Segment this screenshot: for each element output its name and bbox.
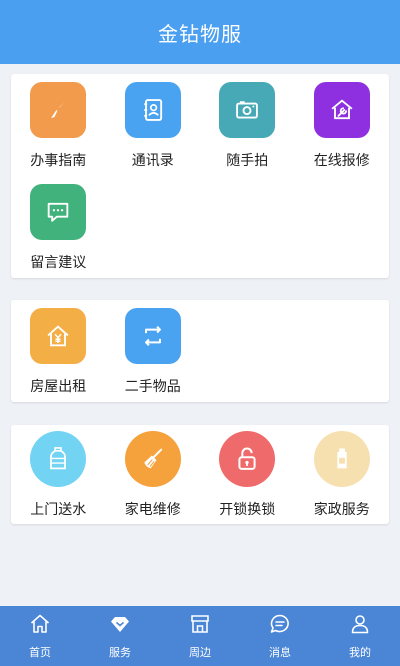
compass-icon: [30, 82, 87, 138]
tab-label: 服务: [109, 646, 131, 659]
tab-messages[interactable]: 消息: [240, 606, 320, 666]
page-title: 金钻物服: [158, 21, 242, 46]
service-item-label: 通讯录: [131, 153, 174, 169]
service-item-repair[interactable]: 在线报修: [295, 82, 390, 184]
service-item-guide[interactable]: 办事指南: [11, 82, 106, 184]
exchange-icon: [124, 308, 181, 364]
repair-icon: [313, 82, 370, 138]
service-card-main: 办事指南 通讯录 随手拍 在线报修 留言建议: [11, 74, 389, 278]
shop-icon: [188, 612, 212, 640]
service-item-label: 二手物品: [124, 379, 181, 395]
housekeeping-icon: [313, 431, 370, 487]
service-item-locksmith[interactable]: 开锁换锁: [200, 431, 295, 533]
service-item-contacts[interactable]: 通讯录: [106, 82, 201, 184]
service-diamond-icon: [108, 612, 132, 640]
service-item-label: 随手拍: [226, 153, 269, 169]
service-item-snapshot[interactable]: 随手拍: [200, 82, 295, 184]
service-card-home: 上门送水 家电维修 开锁换锁 家政服务: [11, 425, 389, 524]
service-item-second-hand[interactable]: 二手物品: [106, 308, 201, 410]
service-item-label: 开锁换锁: [219, 502, 276, 518]
broom-icon: [124, 431, 181, 487]
bottom-tab-bar: 首页 服务 周边 消息 我的: [0, 606, 400, 666]
service-item-label: 家政服务: [313, 502, 370, 518]
chat-icon: [268, 612, 292, 640]
tab-profile[interactable]: 我的: [320, 606, 400, 666]
service-item-water-delivery[interactable]: 上门送水: [11, 431, 106, 533]
service-item-feedback[interactable]: 留言建议: [11, 184, 106, 286]
user-icon: [348, 612, 372, 640]
message-icon: [30, 184, 87, 240]
service-item-appliance-repair[interactable]: 家电维修: [106, 431, 201, 533]
tab-label: 我的: [349, 646, 371, 659]
contacts-icon: [124, 82, 181, 138]
tab-label: 消息: [269, 646, 291, 659]
service-item-label: 房屋出租: [30, 379, 87, 395]
app-header: 金钻物服: [0, 0, 400, 64]
service-item-label: 家电维修: [124, 502, 181, 518]
tab-home[interactable]: 首页: [0, 606, 80, 666]
camera-icon: [219, 82, 276, 138]
water-bottle-icon: [30, 431, 87, 487]
tab-nearby[interactable]: 周边: [160, 606, 240, 666]
tab-label: 首页: [29, 646, 51, 659]
service-item-label: 在线报修: [313, 153, 370, 169]
service-item-label: 上门送水: [30, 502, 87, 518]
house-rent-icon: [30, 308, 87, 364]
service-card-trade: 房屋出租 二手物品: [11, 300, 389, 402]
home-icon: [28, 612, 52, 640]
service-item-house-rent[interactable]: 房屋出租: [11, 308, 106, 410]
tab-service[interactable]: 服务: [80, 606, 160, 666]
unlock-icon: [219, 431, 276, 487]
tab-label: 周边: [189, 646, 211, 659]
service-item-label: 留言建议: [30, 255, 87, 271]
service-item-label: 办事指南: [30, 153, 87, 169]
service-item-housekeeping[interactable]: 家政服务: [295, 431, 390, 533]
